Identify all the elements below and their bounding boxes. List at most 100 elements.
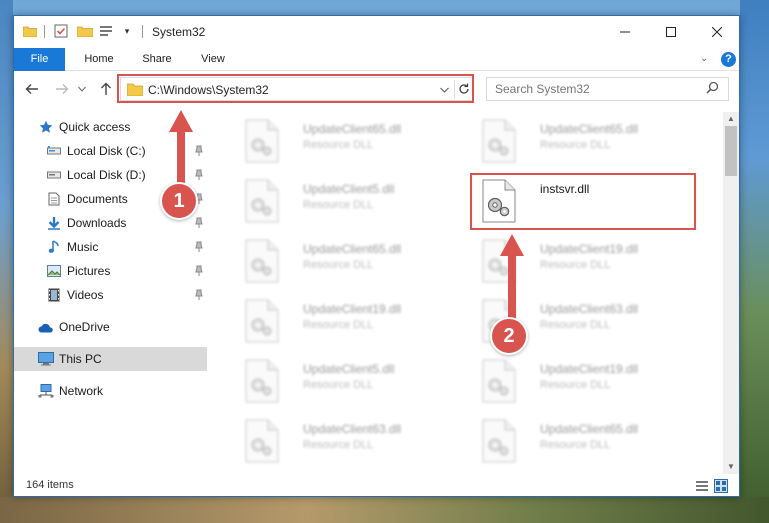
- file-type: Resource DLL: [540, 379, 611, 391]
- desktop-background-right: [740, 0, 769, 523]
- tiles-view-icon[interactable]: [714, 479, 728, 493]
- toolbar-separator: [142, 25, 143, 38]
- tab-file[interactable]: File: [14, 48, 65, 71]
- scroll-up-button[interactable]: ▲: [723, 112, 739, 126]
- sidebar-item-videos[interactable]: Videos: [14, 283, 207, 307]
- pin-icon[interactable]: [194, 289, 204, 301]
- maximize-icon: [666, 27, 676, 37]
- tab-share[interactable]: Share: [132, 48, 182, 71]
- title-bar: ▾ System32: [14, 16, 739, 48]
- pictures-icon: [46, 263, 62, 279]
- new-folder-icon[interactable]: [77, 24, 93, 38]
- file-type: Resource DLL: [303, 439, 374, 451]
- desktop-background-left: [0, 0, 13, 523]
- dll-file-icon: [244, 419, 280, 463]
- dll-file-icon: [244, 119, 280, 163]
- sidebar-item-onedrive[interactable]: OneDrive: [14, 315, 207, 339]
- maximize-button[interactable]: [648, 16, 694, 48]
- sidebar-item-label: Network: [59, 384, 104, 398]
- music-icon: [46, 239, 62, 255]
- pin-icon[interactable]: [194, 217, 204, 229]
- scroll-down-button[interactable]: ▼: [723, 460, 739, 474]
- item-count: 164 items: [26, 479, 74, 491]
- file-item[interactable]: UpdateClient5.dll Resource DLL: [232, 357, 452, 413]
- file-item[interactable]: UpdateClient65.dll Resource DLL: [469, 117, 689, 173]
- chevron-down-icon[interactable]: ▾: [122, 24, 132, 38]
- sidebar-item-pictures[interactable]: Pictures: [14, 259, 207, 283]
- file-item[interactable]: UpdateClient19.dll Resource DLL: [469, 357, 689, 413]
- close-button[interactable]: [694, 16, 740, 48]
- recent-locations-button[interactable]: [77, 81, 87, 97]
- folder-icon[interactable]: [23, 24, 37, 38]
- arrow-up-icon: [101, 82, 111, 95]
- file-item[interactable]: UpdateClient65.dll Resource DLL: [232, 237, 452, 293]
- sidebar-item-label: Quick access: [59, 120, 131, 134]
- file-item[interactable]: UpdateClient65.dll Resource DLL: [469, 417, 689, 473]
- file-type: Resource DLL: [540, 439, 611, 451]
- minimize-icon: [620, 31, 630, 33]
- scroll-thumb[interactable]: [725, 126, 737, 176]
- customize-icon[interactable]: [99, 24, 113, 38]
- forward-button[interactable]: [54, 81, 70, 97]
- file-name: UpdateClient65.dll: [303, 122, 402, 136]
- status-bar: 164 items: [14, 476, 739, 496]
- dll-file-icon: [244, 299, 280, 343]
- arrow-left-icon: [25, 84, 38, 94]
- documents-icon: [46, 191, 62, 207]
- file-highlight: [470, 173, 696, 230]
- sidebar-item-label: Videos: [67, 288, 104, 302]
- tab-view[interactable]: View: [190, 48, 236, 71]
- videos-icon: [46, 287, 62, 303]
- file-name: UpdateClient63.dll: [540, 302, 639, 316]
- sidebar-item-music[interactable]: Music: [14, 235, 207, 259]
- tab-home[interactable]: Home: [74, 48, 124, 71]
- dll-file-icon: [481, 359, 517, 403]
- drive-icon: [46, 167, 62, 183]
- minimize-button[interactable]: [602, 16, 648, 48]
- expand-ribbon-icon[interactable]: ⌄: [700, 53, 712, 65]
- file-name: UpdateClient65.dll: [303, 242, 402, 256]
- address-bar-highlight: [117, 74, 474, 103]
- details-view-icon[interactable]: [695, 479, 709, 493]
- file-name: UpdateClient19.dll: [540, 242, 639, 256]
- help-icon[interactable]: ?: [721, 52, 736, 67]
- window-title: System32: [152, 25, 206, 39]
- file-list: UpdateClient65.dll Resource DLL UpdateCl…: [210, 112, 723, 474]
- file-name: UpdateClient65.dll: [540, 422, 639, 436]
- file-type: Resource DLL: [303, 259, 374, 271]
- file-type: Resource DLL: [540, 259, 611, 271]
- dll-file-icon: [481, 419, 517, 463]
- drive-icon: [46, 143, 62, 159]
- file-type: Resource DLL: [303, 199, 374, 211]
- onedrive-icon: [38, 319, 54, 335]
- sidebar-item-label: Documents: [67, 192, 128, 206]
- file-item[interactable]: UpdateClient65.dll Resource DLL: [232, 117, 452, 173]
- up-button[interactable]: [98, 81, 114, 97]
- file-name: UpdateClient19.dll: [303, 302, 402, 316]
- file-item[interactable]: UpdateClient5.dll Resource DLL: [232, 177, 452, 233]
- file-item[interactable]: UpdateClient19.dll Resource DLL: [232, 297, 452, 353]
- file-type: Resource DLL: [303, 379, 374, 391]
- vertical-scrollbar[interactable]: ▲ ▼: [723, 112, 739, 474]
- step-badge-1: 1: [160, 182, 198, 220]
- file-name: UpdateClient5.dll: [303, 362, 395, 376]
- close-icon: [712, 27, 722, 37]
- sidebar-item-label: This PC: [59, 352, 102, 366]
- pin-icon[interactable]: [194, 265, 204, 277]
- search-input[interactable]: [486, 77, 729, 101]
- sidebar-item-this-pc[interactable]: This PC: [14, 347, 207, 371]
- properties-icon[interactable]: [54, 24, 68, 38]
- pin-icon[interactable]: [194, 241, 204, 253]
- desktop-background-bottom: [0, 497, 769, 523]
- file-type: Resource DLL: [303, 139, 374, 151]
- file-name: UpdateClient65.dll: [540, 122, 639, 136]
- dll-file-icon: [481, 119, 517, 163]
- file-type: Resource DLL: [540, 319, 611, 331]
- step-badge-2: 2: [490, 317, 528, 355]
- back-button[interactable]: [24, 81, 40, 97]
- ribbon-tabs: File Home Share View ⌄ ?: [14, 48, 739, 71]
- sidebar-item-network[interactable]: Network: [14, 379, 207, 403]
- search-icon[interactable]: [706, 81, 720, 95]
- file-item[interactable]: UpdateClient63.dll Resource DLL: [232, 417, 452, 473]
- chevron-down-icon: [78, 86, 86, 92]
